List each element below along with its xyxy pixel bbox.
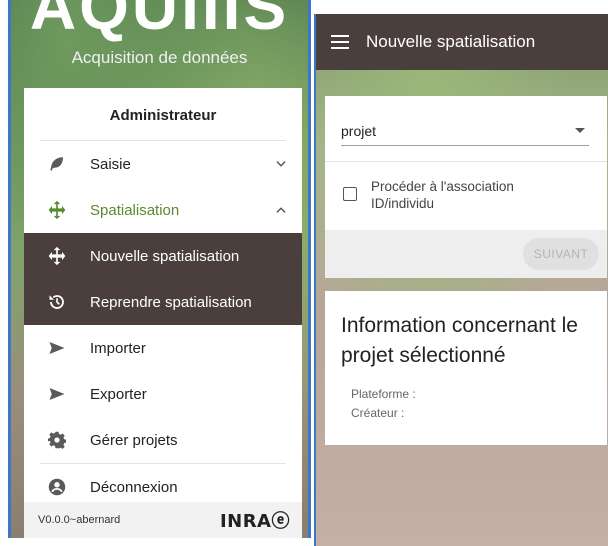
- leaf-icon: [24, 155, 90, 173]
- menu-label: Exporter: [90, 385, 147, 403]
- app-logo: AQUIIIS: [29, 0, 290, 43]
- drawer-footer: V0.0.0~abernard INRAⓔ: [24, 502, 302, 538]
- hamburger-menu-icon[interactable]: [314, 35, 366, 49]
- menu-label: Saisie: [90, 155, 131, 173]
- project-info-card: Information concernant le projet sélecti…: [325, 291, 607, 445]
- send-icon: [24, 385, 90, 403]
- association-option[interactable]: Procéder à l'association ID/individu: [343, 178, 561, 212]
- info-title: Information concernant le projet sélecti…: [341, 314, 578, 367]
- project-select-value: projet: [341, 122, 377, 139]
- menu-item-saisie[interactable]: Saisie: [24, 141, 302, 187]
- menu-item-nouvelle-spatialisation[interactable]: Nouvelle spatialisation: [24, 233, 302, 279]
- move-icon: [24, 246, 90, 266]
- action-bar: SUIVANT: [325, 230, 607, 278]
- app-bar: Nouvelle spatialisation: [314, 14, 608, 70]
- menu-label: Reprendre spatialisation: [90, 293, 252, 311]
- history-icon: [24, 293, 90, 311]
- window-border: [8, 0, 11, 538]
- menu-item-reprendre-spatialisation[interactable]: Reprendre spatialisation: [24, 279, 302, 325]
- menu-label: Nouvelle spatialisation: [90, 247, 240, 265]
- menu-item-importer[interactable]: Importer: [24, 325, 302, 371]
- creator-label: Créateur :: [351, 406, 405, 420]
- dropdown-caret-icon: [575, 128, 585, 133]
- page-title: Nouvelle spatialisation: [366, 32, 536, 51]
- chevron-down-icon: [260, 157, 302, 171]
- menu-label: Déconnexion: [90, 478, 178, 496]
- menu-label: Spatialisation: [90, 201, 180, 219]
- association-checkbox[interactable]: [343, 187, 357, 201]
- chevron-up-icon: [260, 203, 302, 217]
- account-icon: [24, 478, 90, 496]
- menu-item-exporter[interactable]: Exporter: [24, 371, 302, 417]
- inrae-logo: INRAⓔ: [219, 511, 290, 532]
- user-role-title: Administrateur: [109, 107, 217, 124]
- menu-label: Gérer projets: [90, 431, 178, 449]
- project-select[interactable]: projet: [341, 116, 589, 146]
- menu-item-spatialisation[interactable]: Spatialisation: [24, 187, 302, 233]
- main-view: Nouvelle spatialisation projet Procéder …: [314, 14, 608, 546]
- checkbox-label: Procéder à l'association ID/individu: [371, 179, 514, 211]
- move-icon: [24, 200, 90, 220]
- next-button[interactable]: SUIVANT: [523, 238, 599, 270]
- info-fields: Plateforme : Créateur :: [341, 385, 591, 423]
- menu-label: Importer: [90, 339, 146, 357]
- divider: [325, 161, 607, 162]
- version-label: V0.0.0~abernard: [38, 514, 121, 526]
- navigation-drawer: AQUIIIS Acquisition de données Administr…: [8, 0, 311, 538]
- window-border: [314, 14, 316, 546]
- send-icon: [24, 339, 90, 357]
- menu-card: Administrateur Saisie Spatialisation Nou…: [24, 88, 302, 538]
- window-border: [308, 0, 311, 538]
- app-subtitle: Acquisition de données: [71, 48, 248, 67]
- menu-item-gerer-projets[interactable]: Gérer projets: [24, 417, 302, 463]
- form-card: projet Procéder à l'association ID/indiv…: [325, 96, 607, 278]
- platform-label: Plateforme :: [351, 387, 416, 401]
- gear-icon: [24, 431, 90, 449]
